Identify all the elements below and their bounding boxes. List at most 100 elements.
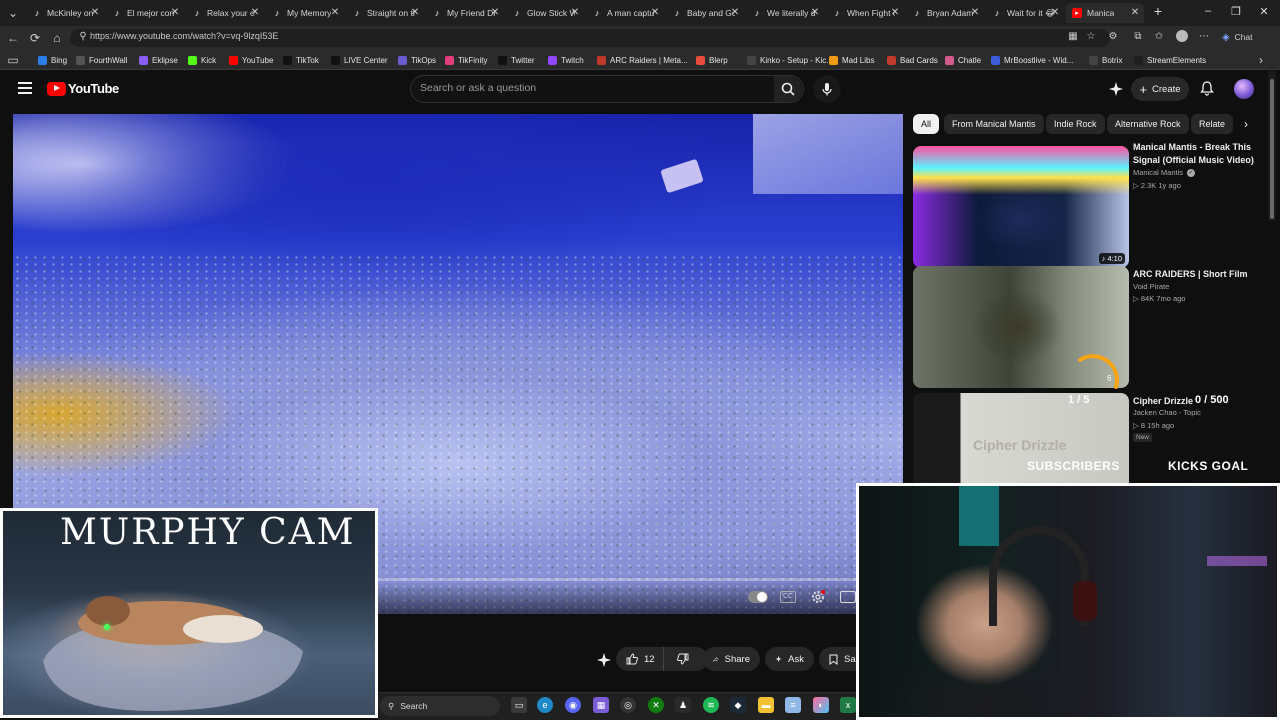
recommendation-channel[interactable]: Void Pirate	[1133, 282, 1169, 291]
reload-icon[interactable]: ⟳	[28, 31, 42, 45]
close-tab-icon[interactable]: ✕	[650, 7, 660, 18]
browser-tab[interactable]: ♪ My Memory ✕	[266, 3, 344, 23]
ai-sparkle-icon[interactable]	[1108, 81, 1124, 97]
collections-icon[interactable]: ✩	[1152, 30, 1166, 44]
bookmark-item[interactable]: Bad Cards	[887, 53, 938, 67]
create-button[interactable]: + Create	[1131, 77, 1189, 101]
bookmark-item[interactable]: LIVE Center	[331, 53, 388, 67]
url-text[interactable]: https://www.youtube.com/watch?v=vq-9lzqI…	[90, 31, 278, 41]
bookmark-item[interactable]: StreamElements	[1134, 53, 1206, 67]
recommendation-title[interactable]: ARC RAIDERS | Short Film	[1133, 268, 1261, 281]
task-view-icon[interactable]: ▭	[511, 697, 527, 713]
notifications-bell-icon[interactable]	[1199, 80, 1215, 96]
browser-tab[interactable]: ♪ Baby and Go ✕	[666, 3, 744, 23]
apps-grid-icon[interactable]: ▦	[593, 697, 609, 713]
obs-icon[interactable]: ◎	[620, 697, 636, 713]
close-tab-icon[interactable]: ✕	[330, 7, 340, 18]
scrollbar-thumb[interactable]	[1270, 79, 1274, 219]
recommendation-channel[interactable]: Manical Mantis ✓	[1133, 168, 1196, 177]
bookmark-star-icon[interactable]: ☆	[1084, 30, 1098, 44]
ai-sparkle-icon[interactable]	[596, 652, 612, 668]
bookmark-item[interactable]: Blerp	[696, 53, 728, 67]
close-tab-icon[interactable]: ✕	[90, 7, 100, 18]
recommendation-title[interactable]: Manical Mantis - Break This Signal (Offi…	[1133, 141, 1261, 166]
settings-gear-icon[interactable]	[810, 589, 826, 605]
extensions-icon[interactable]: ⚙	[1106, 30, 1120, 44]
more-menu-icon[interactable]: ⋯	[1197, 30, 1211, 44]
browser-tab[interactable]: ♪ My Friend Dr ✕	[426, 3, 504, 23]
browser-tab[interactable]: ♪ When Fight o ✕	[826, 3, 904, 23]
home-icon[interactable]: ⌂	[50, 31, 64, 45]
bookmark-item[interactable]: Botrix	[1089, 53, 1122, 67]
filter-chip[interactable]: Relate	[1191, 114, 1234, 134]
bookmark-item[interactable]: Kinko - Setup - Kic...	[747, 53, 833, 67]
excel-icon[interactable]: x	[840, 697, 856, 713]
search-input[interactable]: Search or ask a question	[420, 82, 536, 94]
browser-tab[interactable]: ♪ Glow Stick W ✕	[506, 3, 584, 23]
browser-tab[interactable]: ♪ McKinley on ✕	[26, 3, 104, 23]
site-info-icon[interactable]: ⚲	[76, 30, 90, 44]
bookmark-item[interactable]: MrBoostlive - Wid...	[991, 53, 1073, 67]
close-tab-icon[interactable]: ✕	[410, 7, 420, 18]
browser-tab[interactable]: ♪ A man captu ✕	[586, 3, 664, 23]
browser-tab[interactable]: ♪ Relax your ch ✕	[186, 3, 264, 23]
spotify-icon[interactable]: ≋	[703, 697, 719, 713]
file-explorer-icon[interactable]: ▬	[758, 697, 774, 713]
captions-button[interactable]: CC	[780, 591, 796, 603]
bookmark-item[interactable]: TikTok	[283, 53, 319, 67]
autoplay-toggle[interactable]	[748, 591, 768, 603]
bookmark-item[interactable]: Mad Libs	[829, 53, 874, 67]
ask-button[interactable]: Ask	[765, 647, 814, 671]
steam-icon[interactable]: ◆	[730, 697, 746, 713]
browser-tab[interactable]: ♪ Straight on th ✕	[346, 3, 424, 23]
search-button[interactable]	[774, 76, 802, 102]
bookmark-item[interactable]: TikOps	[398, 53, 436, 67]
like-button[interactable]: 12	[616, 647, 664, 671]
bookmark-item[interactable]: Twitch	[548, 53, 584, 67]
close-tab-icon[interactable]: ✕	[570, 7, 580, 18]
notepad-icon[interactable]: ≡	[785, 697, 801, 713]
voice-search-button[interactable]	[813, 75, 841, 103]
bookmark-item[interactable]: TikFinity	[445, 53, 487, 67]
filter-chip[interactable]: Indie Rock	[1046, 114, 1105, 134]
miniplayer-icon[interactable]	[840, 591, 856, 603]
taskbar-search[interactable]: ⚲ Search	[380, 696, 500, 716]
apps-icon[interactable]: ▦	[1066, 30, 1080, 44]
recommendation-thumbnail[interactable]: ♪ 4:10	[913, 146, 1129, 268]
bookmark-item[interactable]: Chatle	[945, 53, 981, 67]
browser-tab[interactable]: ♪ El mejor con ✕	[106, 3, 184, 23]
bookmark-item[interactable]: FourthWall	[76, 53, 127, 67]
xbox-icon[interactable]: ✕	[648, 697, 664, 713]
bookmark-item[interactable]: Eklipse	[139, 53, 178, 67]
browser-tab[interactable]: ▸ Manica ✕	[1066, 3, 1144, 23]
close-tab-icon[interactable]: ✕	[490, 7, 500, 18]
page-scrollbar[interactable]	[1268, 71, 1276, 221]
close-window-icon[interactable]: ✕	[1256, 5, 1272, 18]
bookmark-folder-icon[interactable]: ▭	[6, 53, 20, 67]
more-bookmarks-chevron-icon[interactable]: ›	[1254, 53, 1268, 67]
bookmark-item[interactable]: ARC Raiders | Meta...	[597, 53, 688, 67]
edge-browser-icon[interactable]: e	[537, 697, 553, 713]
filter-chip[interactable]: Alternative Rock	[1107, 114, 1189, 134]
discord-icon[interactable]: ◉	[565, 697, 581, 713]
close-tab-icon[interactable]: ✕	[1050, 7, 1060, 18]
share-button[interactable]: Share	[703, 647, 760, 671]
back-arrow-icon[interactable]: ←	[6, 31, 20, 45]
recommendation-channel[interactable]: Jacken Chao - Topic	[1133, 408, 1201, 417]
close-tab-icon[interactable]: ✕	[890, 7, 900, 18]
browser-tab[interactable]: ♪ We literally d ✕	[746, 3, 824, 23]
bookmark-item[interactable]: Twitter	[498, 53, 535, 67]
restore-icon[interactable]: ❐	[1228, 5, 1244, 18]
bookmark-item[interactable]: Kick	[188, 53, 216, 67]
account-avatar[interactable]	[1234, 79, 1254, 99]
browser-tab[interactable]: ♪ Wait for it 😂 ✕	[986, 3, 1064, 23]
close-tab-icon[interactable]: ✕	[730, 7, 740, 18]
photos-icon[interactable]: ◐	[813, 697, 829, 713]
bookmark-item[interactable]: YouTube	[229, 53, 273, 67]
copilot-chat-button[interactable]: ◈ Chat	[1222, 30, 1262, 44]
chips-next-chevron-icon[interactable]: ›	[1236, 114, 1256, 134]
filter-chip[interactable]: All	[913, 114, 940, 134]
close-tab-icon[interactable]: ✕	[250, 7, 260, 18]
filter-chip[interactable]: From Manical Mantis	[944, 114, 1044, 134]
close-tab-icon[interactable]: ✕	[810, 7, 820, 18]
